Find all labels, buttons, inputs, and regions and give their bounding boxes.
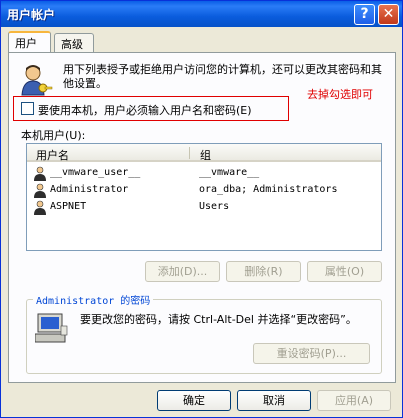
- cell-username: __vmware_user__: [50, 167, 141, 178]
- computer-icon: [35, 313, 68, 343]
- user-accounts-dialog: 用户帐户 ? ✕ 用户 高级 用下列表授予或拒绝用户访问您的计算机，还可以更改其…: [0, 0, 403, 418]
- tab-users[interactable]: 用户: [8, 31, 51, 52]
- tab-users-label: 用户: [15, 37, 37, 50]
- remove-user-button[interactable]: 删除(R): [226, 261, 301, 282]
- cell-group: Users: [199, 201, 230, 212]
- user-icon: [34, 200, 46, 215]
- properties-button[interactable]: 属性(O): [307, 261, 382, 282]
- cell-username: ASPNET: [50, 201, 87, 212]
- table-row[interactable]: ASPNET Users: [27, 199, 381, 216]
- close-button[interactable]: ✕: [378, 4, 399, 25]
- column-username[interactable]: 用户名: [36, 147, 69, 163]
- users-tab-panel: 用下列表授予或拒绝用户访问您的计算机，还可以更改其密码和其他设置。 去掉勾选即可…: [8, 52, 396, 383]
- window-title: 用户帐户: [7, 8, 56, 22]
- cell-username: Administrator: [50, 184, 129, 195]
- help-button[interactable]: ?: [354, 4, 375, 25]
- tab-advanced-label: 高级: [61, 38, 83, 51]
- require-login-label[interactable]: 要使用本机，用户必须输入用户名和密码(E): [38, 102, 252, 118]
- password-groupbox: Administrator 的密码 要更改您的密码，请按 Ctrl-Alt-De…: [26, 292, 382, 374]
- annotation-text: 去掉勾选即可: [307, 88, 373, 101]
- apply-button[interactable]: 应用(A): [317, 390, 391, 411]
- add-user-button[interactable]: 添加(D)...: [145, 261, 220, 282]
- tab-advanced[interactable]: 高级: [54, 33, 94, 52]
- reset-password-button[interactable]: 重设密码(P)...: [253, 343, 370, 364]
- title-bar[interactable]: 用户帐户 ? ✕: [1, 1, 402, 27]
- password-group-title: Administrator 的密码: [33, 292, 154, 307]
- users-keys-icon: [21, 65, 53, 96]
- password-description: 要更改您的密码，请按 Ctrl-Alt-Del 并选择“更改密码”。: [80, 313, 357, 326]
- cell-group: __vmware__: [199, 167, 260, 178]
- list-header: 用户名 组: [27, 144, 381, 162]
- column-group[interactable]: 组: [200, 147, 211, 163]
- table-row[interactable]: __vmware_user__ __vmware__: [27, 165, 381, 182]
- user-icon: [34, 166, 46, 181]
- local-users-label: 本机用户(U):: [21, 129, 86, 142]
- column-separator[interactable]: [189, 147, 190, 159]
- require-login-checkbox[interactable]: [21, 102, 34, 115]
- table-row[interactable]: Administrator ora_dba; Administrators: [27, 182, 381, 199]
- cancel-button[interactable]: 取消: [237, 390, 311, 411]
- ok-button[interactable]: 确定: [157, 390, 231, 411]
- users-list[interactable]: 用户名 组 __vmware_user__ __vmware__ Adminis…: [26, 143, 382, 251]
- cell-group: ora_dba; Administrators: [199, 184, 338, 195]
- user-icon: [34, 183, 46, 198]
